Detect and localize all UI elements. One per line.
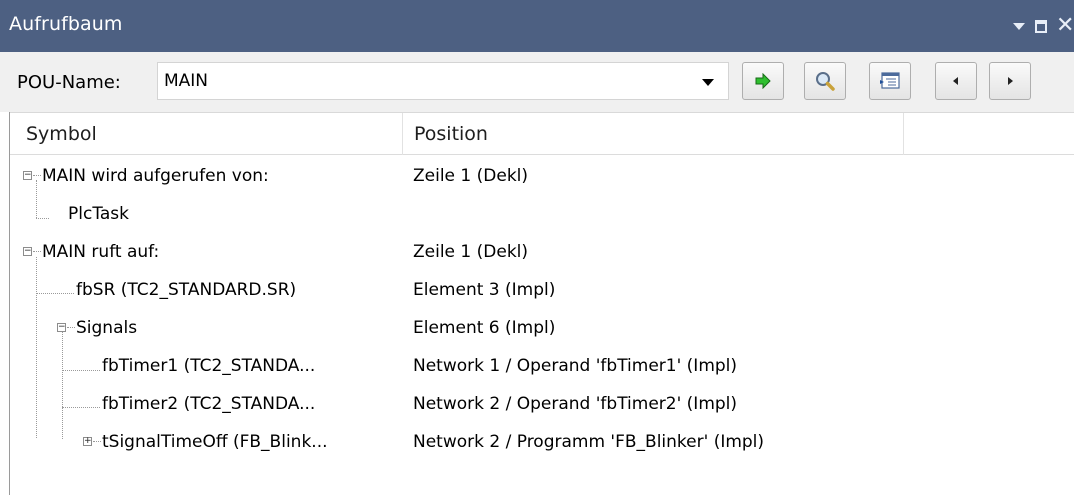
tree-row-symbol: fbSR (TC2_STANDARD.SR) bbox=[76, 280, 297, 300]
tree-row-symbol: MAIN wird aufgerufen von: bbox=[42, 166, 269, 186]
column-header-position[interactable]: Position bbox=[414, 113, 488, 155]
tree-row-symbol: Signals bbox=[76, 318, 138, 338]
panel-title: Aufrufbaum bbox=[9, 13, 123, 35]
magnifier-icon bbox=[816, 72, 835, 91]
maximize-icon[interactable] bbox=[1035, 20, 1047, 33]
collapse-icon[interactable]: − bbox=[57, 323, 66, 332]
pou-name-combobox[interactable]: MAIN bbox=[157, 62, 729, 100]
tree-row[interactable]: − MAIN wird aufgerufen von: Zeile 1 (Dek… bbox=[10, 157, 1074, 195]
pou-name-label: POU-Name: bbox=[17, 72, 121, 93]
toolbar: POU-Name: MAIN bbox=[0, 52, 1074, 112]
expand-icon[interactable]: + bbox=[83, 437, 92, 446]
panel-title-bar: Aufrufbaum ✕ bbox=[0, 0, 1074, 52]
tree-line bbox=[67, 327, 75, 328]
call-tree-list[interactable]: Symbol Position − MAIN wird aufgerufen v… bbox=[9, 112, 1074, 495]
tree-row-position: Zeile 1 (Dekl) bbox=[413, 242, 529, 262]
close-icon[interactable]: ✕ bbox=[1056, 12, 1074, 40]
tree-row-position: Element 3 (Impl) bbox=[413, 280, 556, 300]
tree-row-position: Element 6 (Impl) bbox=[413, 318, 556, 338]
tree-row-symbol: MAIN ruft auf: bbox=[42, 242, 160, 262]
tree-row-symbol: fbTimer1 (TC2_STANDA... bbox=[102, 356, 316, 376]
tree-row-position: Network 2 / Programm 'FB_Blinker' (Impl) bbox=[413, 432, 765, 452]
show-tree-button[interactable] bbox=[869, 62, 911, 100]
tree-row[interactable]: fbSR (TC2_STANDARD.SR) Element 3 (Impl) bbox=[10, 271, 1074, 309]
left-arrow-icon bbox=[953, 77, 958, 85]
tree-row[interactable]: + tSignalTimeOff (FB_Blink... Network 2 … bbox=[10, 423, 1074, 461]
tree-row[interactable]: PlcTask bbox=[10, 195, 1074, 233]
tree-row-symbol: PlcTask bbox=[68, 204, 130, 224]
tree-row-position: Network 2 / Operand 'fbTimer2' (Impl) bbox=[413, 394, 738, 414]
list-header: Symbol Position bbox=[10, 112, 1074, 155]
search-button[interactable] bbox=[804, 62, 846, 100]
go-to-definition-button[interactable] bbox=[742, 62, 784, 100]
green-arrow-icon bbox=[755, 73, 771, 89]
tree-line bbox=[33, 251, 41, 252]
tree-view-icon bbox=[880, 72, 900, 89]
tree-line bbox=[93, 441, 101, 442]
forward-button[interactable] bbox=[989, 62, 1031, 100]
tree-line bbox=[33, 175, 41, 176]
tree-row-symbol: tSignalTimeOff (FB_Blink... bbox=[102, 432, 328, 452]
pou-name-value[interactable]: MAIN bbox=[164, 71, 208, 91]
column-divider[interactable] bbox=[402, 113, 403, 155]
right-arrow-icon bbox=[1008, 77, 1013, 85]
tree-row-position: Network 1 / Operand 'fbTimer1' (Impl) bbox=[413, 356, 738, 376]
chevron-down-icon[interactable] bbox=[702, 79, 714, 86]
tree-row[interactable]: − Signals Element 6 (Impl) bbox=[10, 309, 1074, 347]
column-divider[interactable] bbox=[903, 113, 904, 155]
collapse-icon[interactable]: − bbox=[23, 171, 32, 180]
tree-row[interactable]: fbTimer2 (TC2_STANDA... Network 2 / Oper… bbox=[10, 385, 1074, 423]
back-button[interactable] bbox=[935, 62, 977, 100]
tree-row[interactable]: − MAIN ruft auf: Zeile 1 (Dekl) bbox=[10, 233, 1074, 271]
column-header-symbol[interactable]: Symbol bbox=[26, 113, 97, 155]
tree-row-symbol: fbTimer2 (TC2_STANDA... bbox=[102, 394, 316, 414]
collapse-icon[interactable]: − bbox=[23, 247, 32, 256]
tree-row-position: Zeile 1 (Dekl) bbox=[413, 166, 529, 186]
tree-row[interactable]: fbTimer1 (TC2_STANDA... Network 1 / Oper… bbox=[10, 347, 1074, 385]
triangle-down-icon[interactable] bbox=[1013, 23, 1025, 30]
